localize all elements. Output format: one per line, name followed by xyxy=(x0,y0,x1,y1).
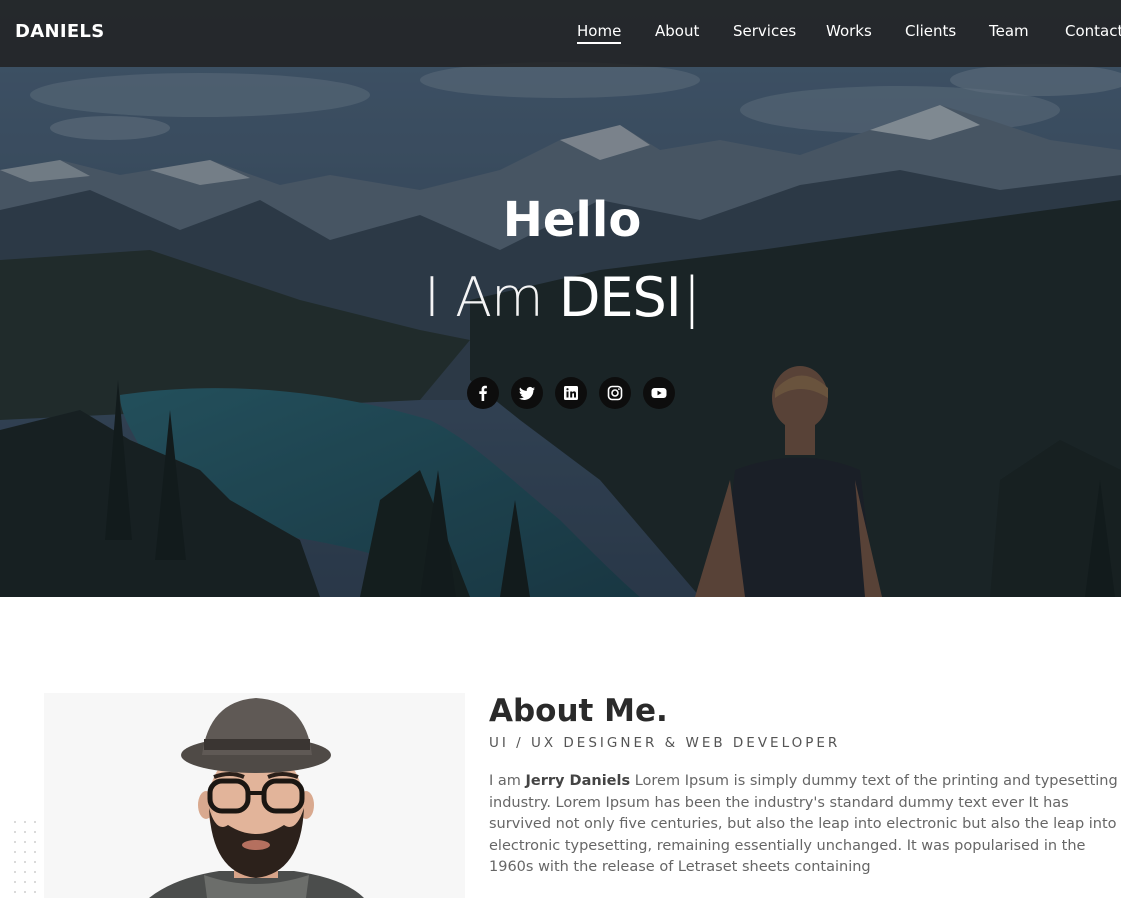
twitter-icon[interactable] xyxy=(511,377,543,409)
youtube-icon[interactable] xyxy=(643,377,675,409)
about-subtitle: UI / UX DESIGNER & WEB DEVELOPER xyxy=(489,735,841,751)
profile-photo xyxy=(44,693,465,898)
typed-prefix: I Am xyxy=(424,266,544,329)
instagram-icon[interactable] xyxy=(599,377,631,409)
nav-link-clients[interactable]: Clients xyxy=(905,22,956,40)
about-name: Jerry Daniels xyxy=(525,773,631,789)
typed-word: DESI xyxy=(558,266,682,329)
nav-link-services[interactable]: Services xyxy=(733,22,796,40)
nav-link-works[interactable]: Works xyxy=(826,22,872,40)
main-menu: Home About Services Works Clients Team C… xyxy=(0,22,1121,52)
about-paragraph: I am Jerry Daniels Lorem Ipsum is simply… xyxy=(489,771,1121,879)
hero-typed-text: I Am DESI| xyxy=(424,266,701,329)
facebook-icon[interactable] xyxy=(467,377,499,409)
hero-greeting: Hello xyxy=(502,192,642,248)
top-navbar: DANIELS Home About Services Works Client… xyxy=(0,0,1121,67)
nav-link-about[interactable]: About xyxy=(655,22,699,40)
nav-link-home[interactable]: Home xyxy=(577,22,622,44)
decorative-dots xyxy=(14,821,36,893)
linkedin-icon[interactable] xyxy=(555,377,587,409)
about-heading: About Me. xyxy=(489,693,668,729)
hero-section: DANIELS Home About Services Works Client… xyxy=(0,0,1121,597)
nav-link-contact[interactable]: Contact xyxy=(1065,22,1121,40)
typing-cursor: | xyxy=(682,266,701,329)
about-intro: I am xyxy=(489,773,526,789)
nav-link-team[interactable]: Team xyxy=(989,22,1029,40)
